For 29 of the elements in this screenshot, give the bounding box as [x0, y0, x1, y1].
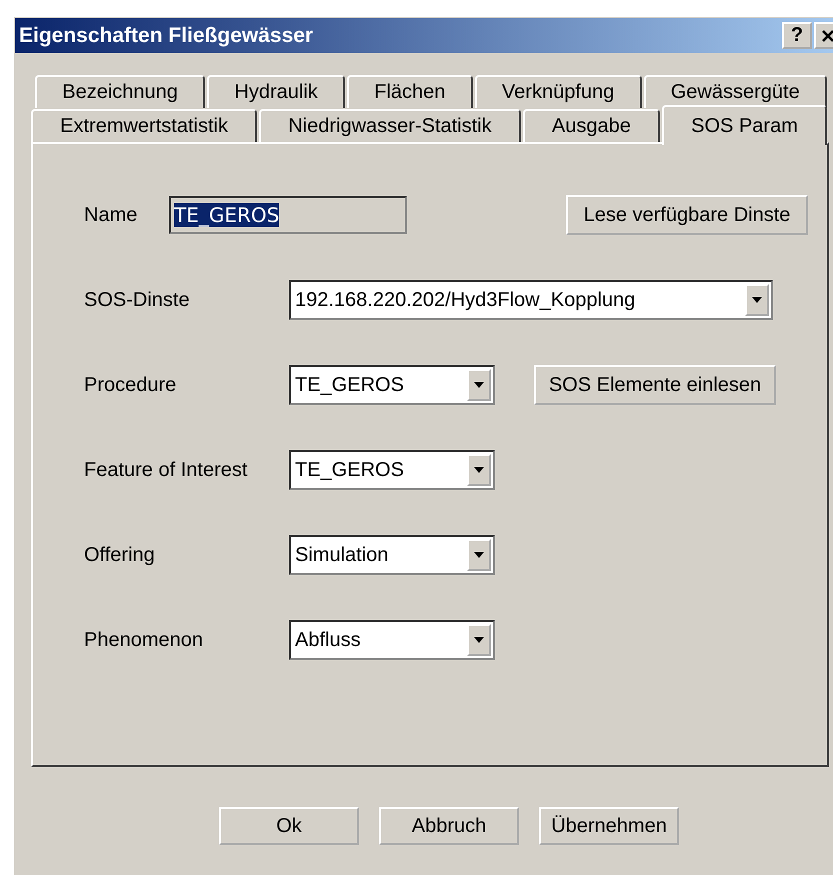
dialog-button[interactable]: Abbruch	[379, 807, 519, 845]
dialog-button[interactable]: Ok	[219, 807, 359, 845]
field-label: Phenomenon	[84, 628, 204, 652]
window-title: Eigenschaften Fließgewässer	[19, 24, 314, 48]
dropdown[interactable]: TE_GEROS	[289, 365, 495, 405]
tab[interactable]: Verknüpfung	[474, 75, 642, 108]
tab[interactable]: Niedrigwasser-Statistik	[259, 109, 521, 142]
tab[interactable]: Bezeichnung	[35, 75, 206, 108]
name-field[interactable]: TE_GEROS	[169, 196, 407, 234]
load-elements-button[interactable]: SOS Elemente einlesen	[534, 365, 776, 405]
field-label: Feature of Interest	[84, 458, 248, 482]
tab[interactable]: Gewässergüte	[644, 75, 827, 108]
field-label: Offering	[84, 544, 156, 566]
close-icon	[820, 28, 833, 44]
dropdown[interactable]: TE_GEROS	[289, 450, 495, 490]
tab[interactable]: Ausgabe	[522, 109, 660, 142]
field-label: SOS-Dinste	[84, 288, 191, 312]
load-services-button[interactable]: Lese verfügbare Dinste	[566, 195, 808, 235]
dropdown[interactable]: Abfluss	[289, 620, 495, 660]
tab[interactable]: Flächen	[347, 75, 473, 108]
dropdown[interactable]: 192.168.220.202/Hyd3Flow_Kopplung	[289, 280, 773, 320]
field-label: Name	[84, 204, 138, 226]
tab[interactable]: Extremwertstatistik	[31, 109, 258, 142]
tab[interactable]: Hydraulik	[207, 75, 346, 108]
tab[interactable]: SOS Param	[662, 105, 827, 145]
dropdown[interactable]: Simulation	[289, 535, 495, 575]
field-label: Procedure	[84, 374, 178, 396]
dialog-button[interactable]: Übernehmen	[539, 807, 679, 845]
help-button[interactable]: ?	[782, 22, 812, 49]
